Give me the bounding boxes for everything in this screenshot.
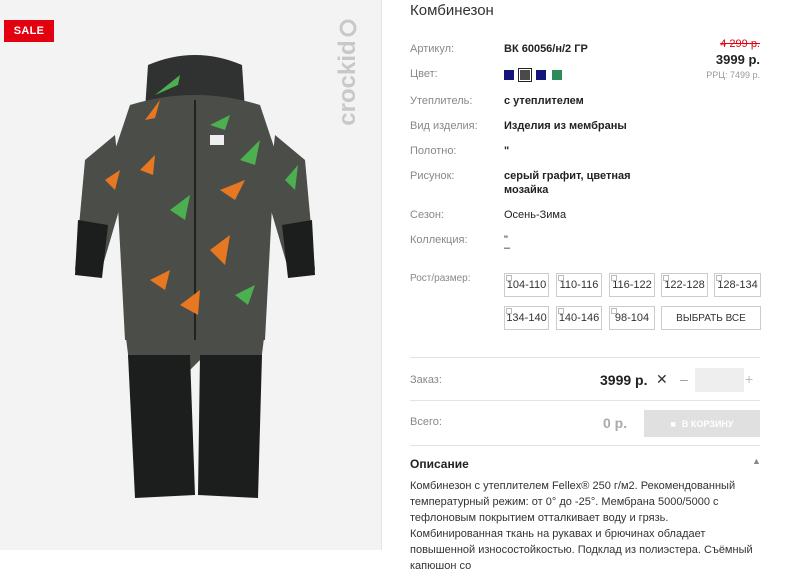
- size-option-label: 98-104: [614, 312, 650, 324]
- field-pattern: Рисунок: серый графит, цветная мозайка: [410, 170, 631, 196]
- size-option[interactable]: 104-110: [504, 273, 549, 297]
- checkbox-icon: [611, 308, 617, 314]
- svg-text:crockid: crockid: [334, 40, 361, 125]
- field-value: с утеплителем: [504, 95, 584, 107]
- add-to-cart-button[interactable]: ■ В КОРЗИНУ: [644, 410, 760, 437]
- quantity-decrease-button[interactable]: –: [680, 371, 688, 387]
- order-row: Заказ:: [410, 374, 442, 386]
- divider: [410, 357, 760, 358]
- quantity-input[interactable]: [695, 368, 744, 392]
- size-option-label: 104-110: [506, 279, 547, 291]
- size-option-label: 134-140: [506, 312, 547, 324]
- size-option[interactable]: 122-128: [661, 273, 708, 297]
- field-value: ВК 60056/н/2 ГР: [504, 43, 588, 55]
- divider: [410, 445, 760, 446]
- field-season: Сезон: Осень-Зима: [410, 209, 566, 221]
- price-box: 4 299 р. 3999 р. РРЦ: 7499 р.: [706, 38, 760, 80]
- size-option[interactable]: 116-122: [609, 273, 655, 297]
- field-value: серый графит, цветная: [504, 170, 631, 182]
- checkbox-icon: [558, 275, 564, 281]
- checkbox-icon: [663, 275, 669, 281]
- current-price: 3999 р.: [715, 52, 760, 67]
- field-value: Изделия из мембраны: [504, 120, 627, 132]
- remove-icon[interactable]: ✕: [656, 371, 668, 388]
- total-row: Всего:: [410, 416, 442, 428]
- field-value: ": [504, 145, 510, 157]
- size-option-label: 116-122: [612, 279, 652, 291]
- color-swatch[interactable]: [552, 70, 563, 81]
- field-type: Вид изделия: Изделия из мембраны: [410, 120, 627, 132]
- field-collection: Коллекция: " –: [410, 234, 510, 254]
- add-to-cart-label: В КОРЗИНУ: [681, 418, 734, 429]
- color-swatch[interactable]: [504, 70, 514, 81]
- size-label: Рост/размер:: [410, 273, 471, 284]
- checkbox-icon: [558, 308, 564, 314]
- size-option[interactable]: 98-104: [609, 306, 655, 330]
- order-label: Заказ:: [410, 374, 442, 386]
- description-title[interactable]: Описание: [410, 457, 469, 471]
- checkbox-icon: [506, 275, 512, 281]
- field-label: Коллекция:: [410, 234, 468, 246]
- field-fabric: Полотно: ": [410, 145, 509, 157]
- field-label: Вид изделия:: [410, 120, 478, 132]
- field-value-line2: –: [504, 242, 511, 254]
- color-swatch-selected[interactable]: [518, 68, 533, 83]
- field-label: Полотно:: [410, 145, 457, 157]
- size-option[interactable]: 128-134: [714, 273, 761, 297]
- size-option-label: 110-116: [559, 279, 599, 291]
- quantity-increase-button[interactable]: +: [745, 371, 753, 387]
- panel-divider: [381, 0, 382, 550]
- old-price: 4 299 р.: [720, 38, 760, 50]
- field-label: Рисунок:: [410, 170, 455, 182]
- size-option[interactable]: 134-140: [504, 306, 549, 330]
- field-article: Артикул: ВК 60056/н/2 ГР: [410, 43, 588, 55]
- page-title: Комбинезон: [410, 2, 494, 19]
- field-label: Цвет:: [410, 68, 438, 80]
- size-option-label: 128-134: [717, 279, 758, 291]
- sale-badge: SALE: [4, 20, 54, 42]
- color-swatches: [504, 68, 565, 83]
- select-all-sizes-button[interactable]: ВЫБРАТЬ ВСЕ: [661, 306, 761, 330]
- field-label: Утеплитель:: [410, 95, 473, 107]
- size-option[interactable]: 110-116: [556, 273, 602, 297]
- order-price: 3999 р.: [600, 372, 648, 388]
- description-text: Комбинезон с утеплителем Fellex® 250 г/м…: [410, 480, 753, 572]
- cart-icon: ■: [670, 418, 676, 429]
- total-label: Всего:: [410, 416, 442, 428]
- checkbox-icon: [506, 308, 512, 314]
- field-color: Цвет:: [410, 68, 563, 83]
- field-label: Артикул:: [410, 43, 455, 55]
- field-insulation: Утеплитель: с утеплителем: [410, 95, 584, 107]
- rrp-price: РРЦ: 7499 р.: [706, 70, 760, 80]
- checkbox-icon: [611, 275, 617, 281]
- size-option-label: 122-128: [664, 279, 705, 291]
- field-label: Сезон:: [410, 209, 444, 221]
- size-option[interactable]: 140-146: [556, 306, 602, 330]
- field-value: Осень-Зима: [504, 209, 567, 221]
- checkbox-icon: [716, 275, 722, 281]
- brand-logo: crockid: [334, 19, 361, 126]
- field-value-line2: мозайка: [504, 184, 549, 196]
- size-label-row: Рост/размер:: [410, 273, 471, 284]
- collapse-icon[interactable]: ▲: [752, 456, 761, 466]
- divider: [410, 400, 760, 401]
- color-swatch[interactable]: [536, 70, 547, 81]
- jumpsuit-image: [75, 55, 315, 498]
- product-image-panel: SALE crockid: [0, 0, 381, 550]
- size-option-label: 140-146: [558, 312, 600, 324]
- total-value: 0 р.: [603, 415, 628, 431]
